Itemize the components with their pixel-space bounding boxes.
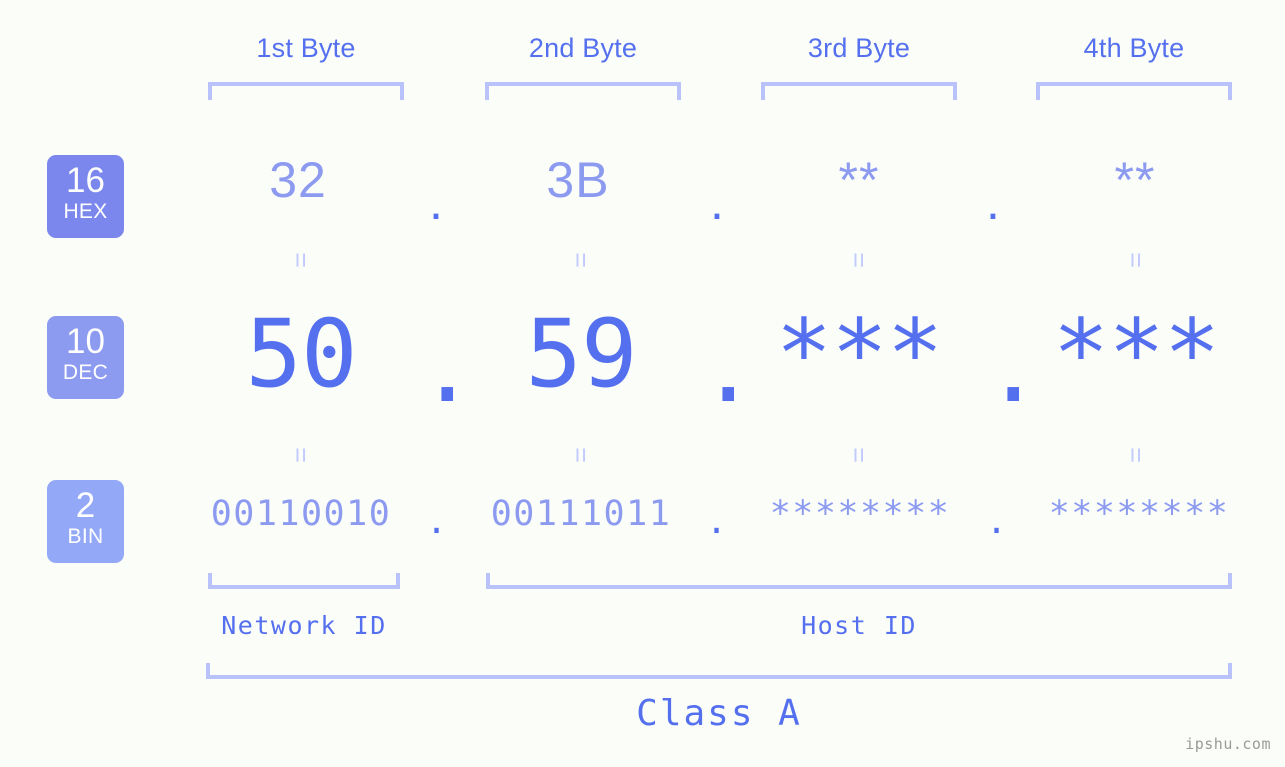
- segment-bracket-network-id: [208, 573, 400, 589]
- hex-separator-3: .: [986, 174, 1000, 230]
- dec-separator-1: .: [419, 315, 476, 424]
- segment-label-network-id: Network ID: [221, 611, 387, 640]
- bin-separator-3: .: [986, 502, 1008, 542]
- base-badge-hex-label: HEX: [63, 200, 108, 223]
- bin-value-byte-3: ********: [769, 494, 951, 534]
- hex-separator-2: .: [710, 174, 724, 230]
- dec-value-byte-2: 59: [525, 300, 637, 409]
- base-badge-dec-label: DEC: [62, 361, 109, 384]
- base-badge-dec-number: 10: [66, 322, 105, 361]
- class-bracket: [206, 663, 1232, 679]
- base-badge-bin: 2 BIN: [47, 480, 124, 563]
- byte-bracket-top-3: [761, 82, 957, 100]
- byte-header-2: 2nd Byte: [528, 33, 638, 63]
- dec-value-byte-1: 50: [245, 300, 357, 409]
- segment-label-host-id: Host ID: [801, 611, 917, 640]
- hex-value-byte-1: 32: [269, 152, 327, 208]
- base-badge-hex-number: 16: [66, 161, 105, 200]
- dec-value-byte-4: ***: [1052, 300, 1221, 409]
- bin-separator-2: .: [706, 502, 728, 542]
- segment-bracket-host-id: [486, 573, 1232, 589]
- equals-connector-dec-bin-3: =: [844, 447, 874, 463]
- dec-value-byte-3: ***: [775, 300, 944, 409]
- hex-separator-1: .: [429, 174, 443, 230]
- bin-value-byte-2: 00111011: [490, 494, 672, 534]
- equals-connector-dec-bin-4: =: [1121, 447, 1151, 463]
- base-badge-hex: 16 HEX: [47, 155, 124, 238]
- equals-connector-dec-bin-1: =: [286, 447, 316, 463]
- ip-byte-breakdown-diagram: 1st Byte 2nd Byte 3rd Byte 4th Byte 16 H…: [0, 0, 1285, 767]
- equals-connector-dec-bin-2: =: [566, 447, 596, 463]
- dec-separator-2: .: [700, 315, 757, 424]
- byte-header-1: 1st Byte: [256, 33, 356, 63]
- equals-connector-hex-dec-1: =: [286, 252, 316, 268]
- byte-header-3: 3rd Byte: [807, 33, 911, 63]
- byte-bracket-top-4: [1036, 82, 1232, 100]
- bin-value-byte-4: ********: [1048, 494, 1230, 534]
- hex-value-byte-3: **: [838, 152, 880, 208]
- base-badge-bin-number: 2: [75, 486, 96, 525]
- base-badge-dec: 10 DEC: [47, 316, 124, 399]
- equals-connector-hex-dec-4: =: [1121, 252, 1151, 268]
- hex-value-byte-2: 3B: [546, 152, 610, 208]
- base-badge-bin-label: BIN: [67, 525, 104, 548]
- equals-connector-hex-dec-3: =: [844, 252, 874, 268]
- hex-value-byte-4: **: [1114, 152, 1156, 208]
- bin-value-byte-1: 00110010: [210, 494, 392, 534]
- dec-separator-3: .: [985, 315, 1042, 424]
- byte-bracket-top-2: [485, 82, 681, 100]
- byte-bracket-top-1: [208, 82, 404, 100]
- class-label: Class A: [636, 693, 802, 734]
- byte-header-4: 4th Byte: [1083, 33, 1185, 63]
- site-watermark: ipshu.com: [1185, 735, 1271, 753]
- equals-connector-hex-dec-2: =: [566, 252, 596, 268]
- bin-separator-1: .: [426, 502, 448, 542]
